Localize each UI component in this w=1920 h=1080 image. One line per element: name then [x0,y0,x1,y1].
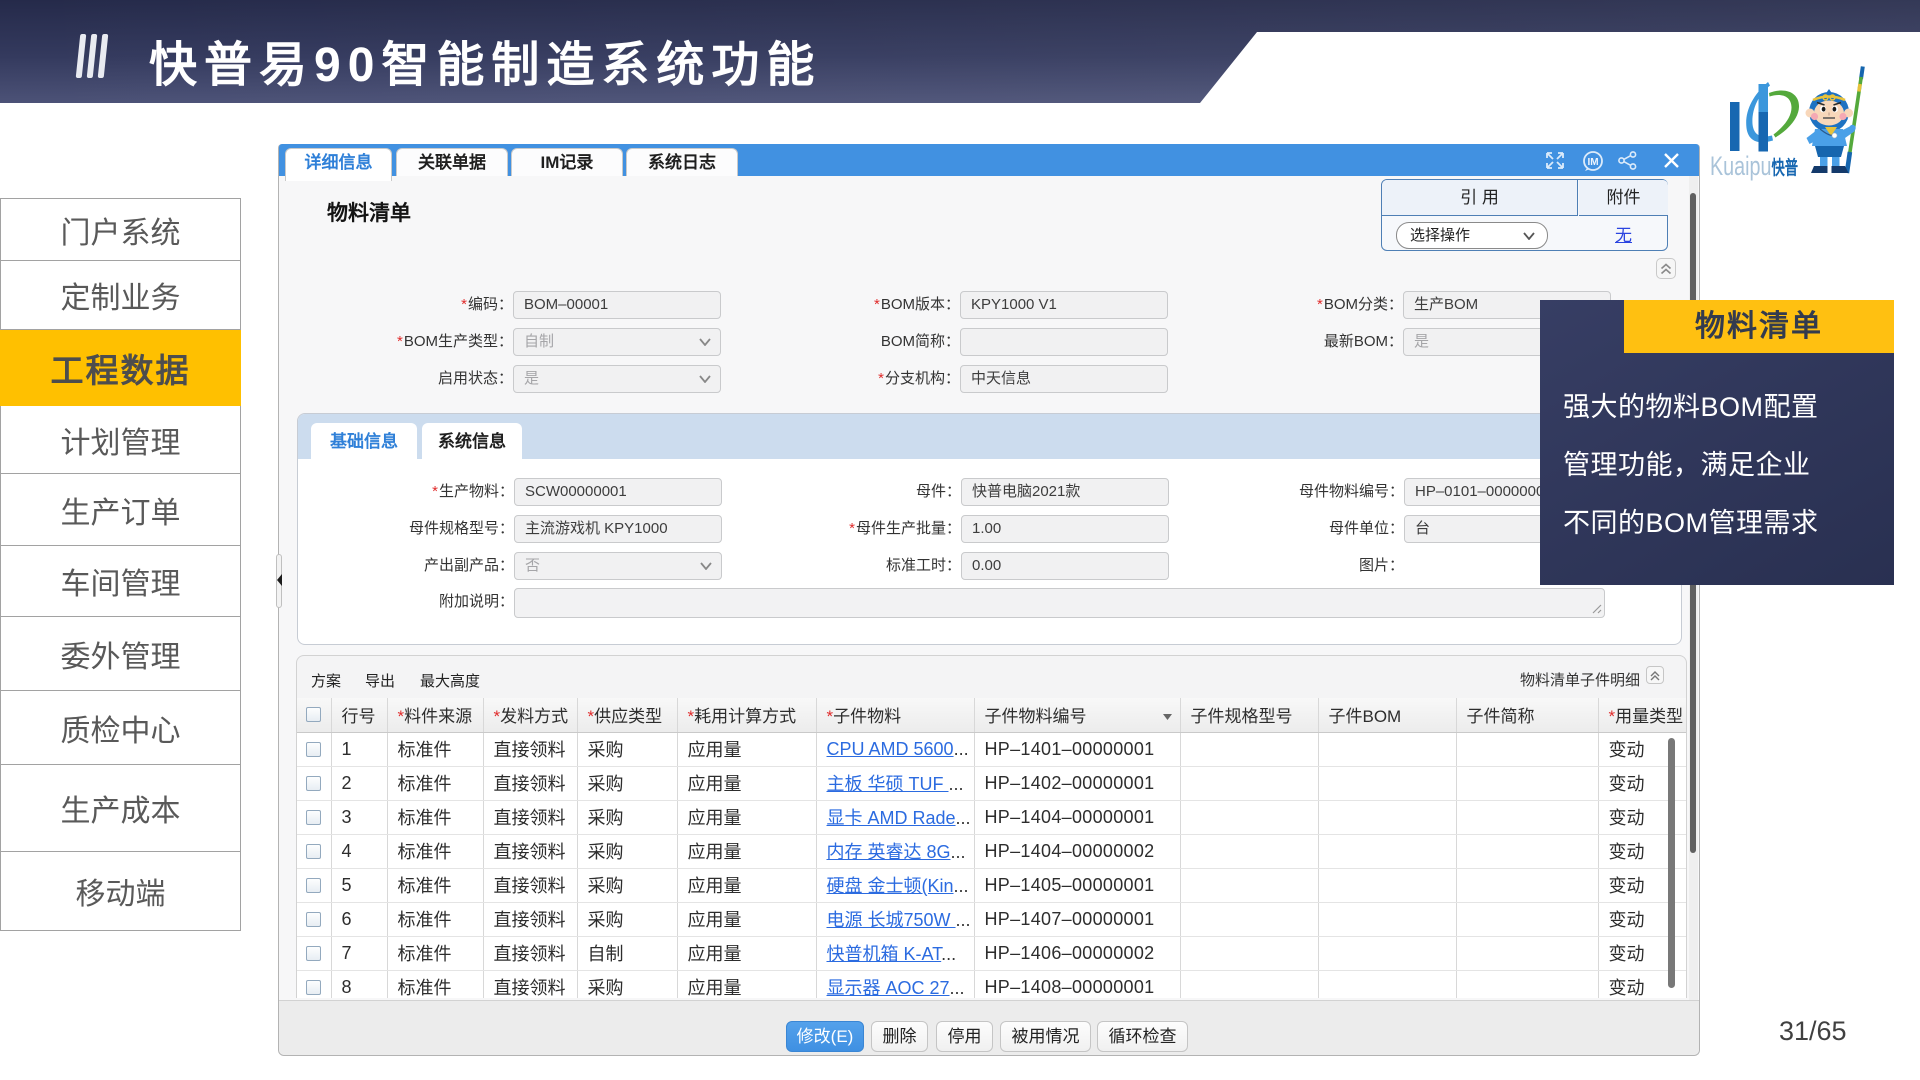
svg-text:Kuaipu: Kuaipu [1710,151,1771,180]
svg-text:快普: 快普 [1772,157,1799,179]
svg-text:IM: IM [1587,157,1598,168]
